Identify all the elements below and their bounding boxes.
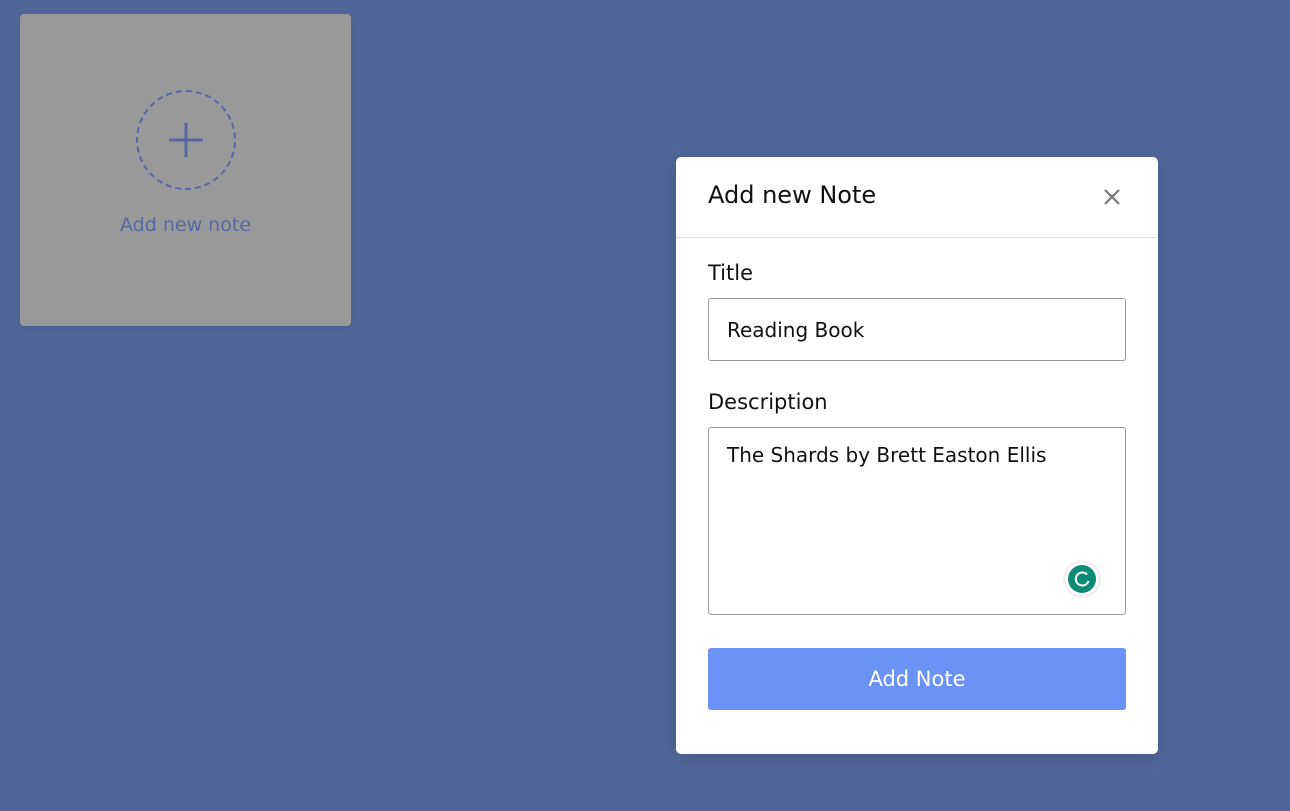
title-input[interactable] [708,298,1126,361]
add-note-modal: Add new Note Title Description The Shard… [676,157,1158,754]
modal-title: Add new Note [708,181,877,209]
plus-icon [169,123,203,157]
description-textarea[interactable]: The Shards by Brett Easton Ellis [708,427,1126,615]
add-new-note-label: Add new note [120,214,251,236]
modal-header: Add new Note [676,157,1158,238]
add-new-note-card[interactable]: Add new note [20,14,351,326]
close-button[interactable] [1100,185,1124,209]
plus-circle [136,90,236,190]
title-label: Title [708,261,754,285]
add-note-button[interactable]: Add Note [708,648,1126,710]
close-icon [1104,189,1120,205]
grammarly-glyph [1068,565,1096,593]
description-label: Description [708,390,828,414]
grammarly-icon[interactable] [1065,562,1099,596]
